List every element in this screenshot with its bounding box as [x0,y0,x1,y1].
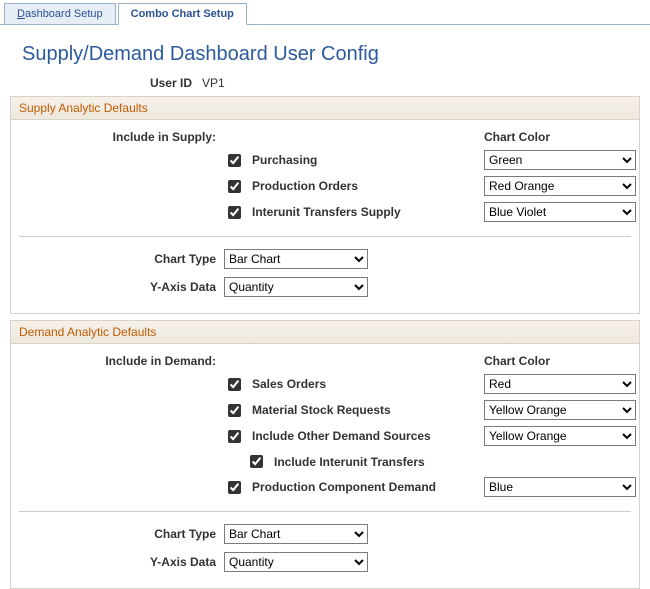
checkbox-label-production-component-demand: Production Component Demand [250,480,436,494]
supply-item-production-orders: Production Orders [224,177,484,196]
checkbox-production-orders[interactable] [228,180,241,193]
supply-item-interunit-transfers: Interunit Transfers Supply [224,203,484,222]
checkbox-sales-orders[interactable] [228,378,241,391]
checkbox-production-component-demand[interactable] [228,481,241,494]
demand-yaxis-label: Y-Axis Data [150,555,224,569]
supply-item-purchasing: Purchasing [224,151,484,170]
user-id-label: User ID [0,76,202,90]
supply-chart-config: Chart Type Bar Chart Y-Axis Data Quantit… [19,249,631,297]
user-id-row: User ID VP1 [0,76,650,90]
select-demand-chart-type[interactable]: Bar Chart [224,524,368,544]
demand-item-production-component-demand: Production Component Demand [224,478,484,497]
checkbox-material-stock-requests[interactable] [228,404,241,417]
tab-combo-chart-setup[interactable]: Combo Chart Setup [118,3,247,25]
select-color-production-orders[interactable]: Red Orange [484,176,636,196]
checkbox-purchasing[interactable] [228,154,241,167]
checkbox-label-material-stock-requests: Material Stock Requests [250,403,391,417]
checkbox-label-include-interunit-transfers: Include Interunit Transfers [272,455,425,469]
demand-item-include-interunit-transfers: Include Interunit Transfers [224,452,484,471]
select-color-interunit-transfers-supply[interactable]: Blue Violet [484,202,636,222]
user-id-value: VP1 [202,76,225,90]
checkbox-include-interunit-transfers[interactable] [250,455,263,468]
section-body-demand: Include in Demand: Chart Color Sales Ord… [11,344,639,588]
supply-chart-color-label: Chart Color [484,130,644,144]
checkbox-other-demand-sources[interactable] [228,430,241,443]
select-color-sales-orders[interactable]: Red [484,374,636,394]
checkbox-label-sales-orders: Sales Orders [250,377,326,391]
demand-item-material-stock-requests: Material Stock Requests [224,401,484,420]
demand-chart-config: Chart Type Bar Chart Y-Axis Data Quantit… [19,524,631,572]
demand-chart-color-label: Chart Color [484,354,644,368]
checkbox-interunit-transfers-supply[interactable] [228,206,241,219]
checkbox-label-other-demand-sources: Include Other Demand Sources [250,429,431,443]
demand-item-sales-orders: Sales Orders [224,375,484,394]
demand-chart-type-label: Chart Type [154,527,224,541]
page-title: Supply/Demand Dashboard User Config [0,25,650,72]
select-supply-chart-type[interactable]: Bar Chart [224,249,368,269]
section-demand-defaults: Demand Analytic Defaults Include in Dema… [10,320,640,589]
section-header-supply: Supply Analytic Defaults [11,97,639,120]
tab-label: Combo Chart Setup [131,8,234,20]
supply-yaxis-label: Y-Axis Data [150,280,224,294]
demand-item-other-demand-sources: Include Other Demand Sources [224,427,484,446]
select-demand-yaxis[interactable]: Quantity [224,552,368,572]
select-color-other-demand-sources[interactable]: Yellow Orange [484,426,636,446]
tab-label-prefix: D [17,8,25,20]
checkbox-label-production-orders: Production Orders [250,179,358,193]
demand-grid: Include in Demand: Chart Color Sales Ord… [19,354,631,497]
select-supply-yaxis[interactable]: Quantity [224,277,368,297]
divider-demand [19,511,631,512]
supply-grid: Include in Supply: Chart Color Purchasin… [19,130,631,222]
section-supply-defaults: Supply Analytic Defaults Include in Supp… [10,96,640,314]
section-header-demand: Demand Analytic Defaults [11,321,639,344]
include-in-demand-label: Include in Demand: [105,354,224,368]
tab-bar: Dashboard Setup Combo Chart Setup [0,0,650,25]
select-color-purchasing[interactable]: Green [484,150,636,170]
select-color-material-stock-requests[interactable]: Yellow Orange [484,400,636,420]
select-color-production-component-demand[interactable]: Blue [484,477,636,497]
supply-chart-type-label: Chart Type [154,252,224,266]
checkbox-label-interunit-transfers-supply: Interunit Transfers Supply [250,205,401,219]
tab-label-rest: ashboard Setup [25,8,103,20]
include-in-supply-label: Include in Supply: [113,130,224,144]
divider-supply [19,236,631,237]
section-body-supply: Include in Supply: Chart Color Purchasin… [11,120,639,313]
tab-dashboard-setup[interactable]: Dashboard Setup [4,3,116,25]
checkbox-label-purchasing: Purchasing [250,153,317,167]
